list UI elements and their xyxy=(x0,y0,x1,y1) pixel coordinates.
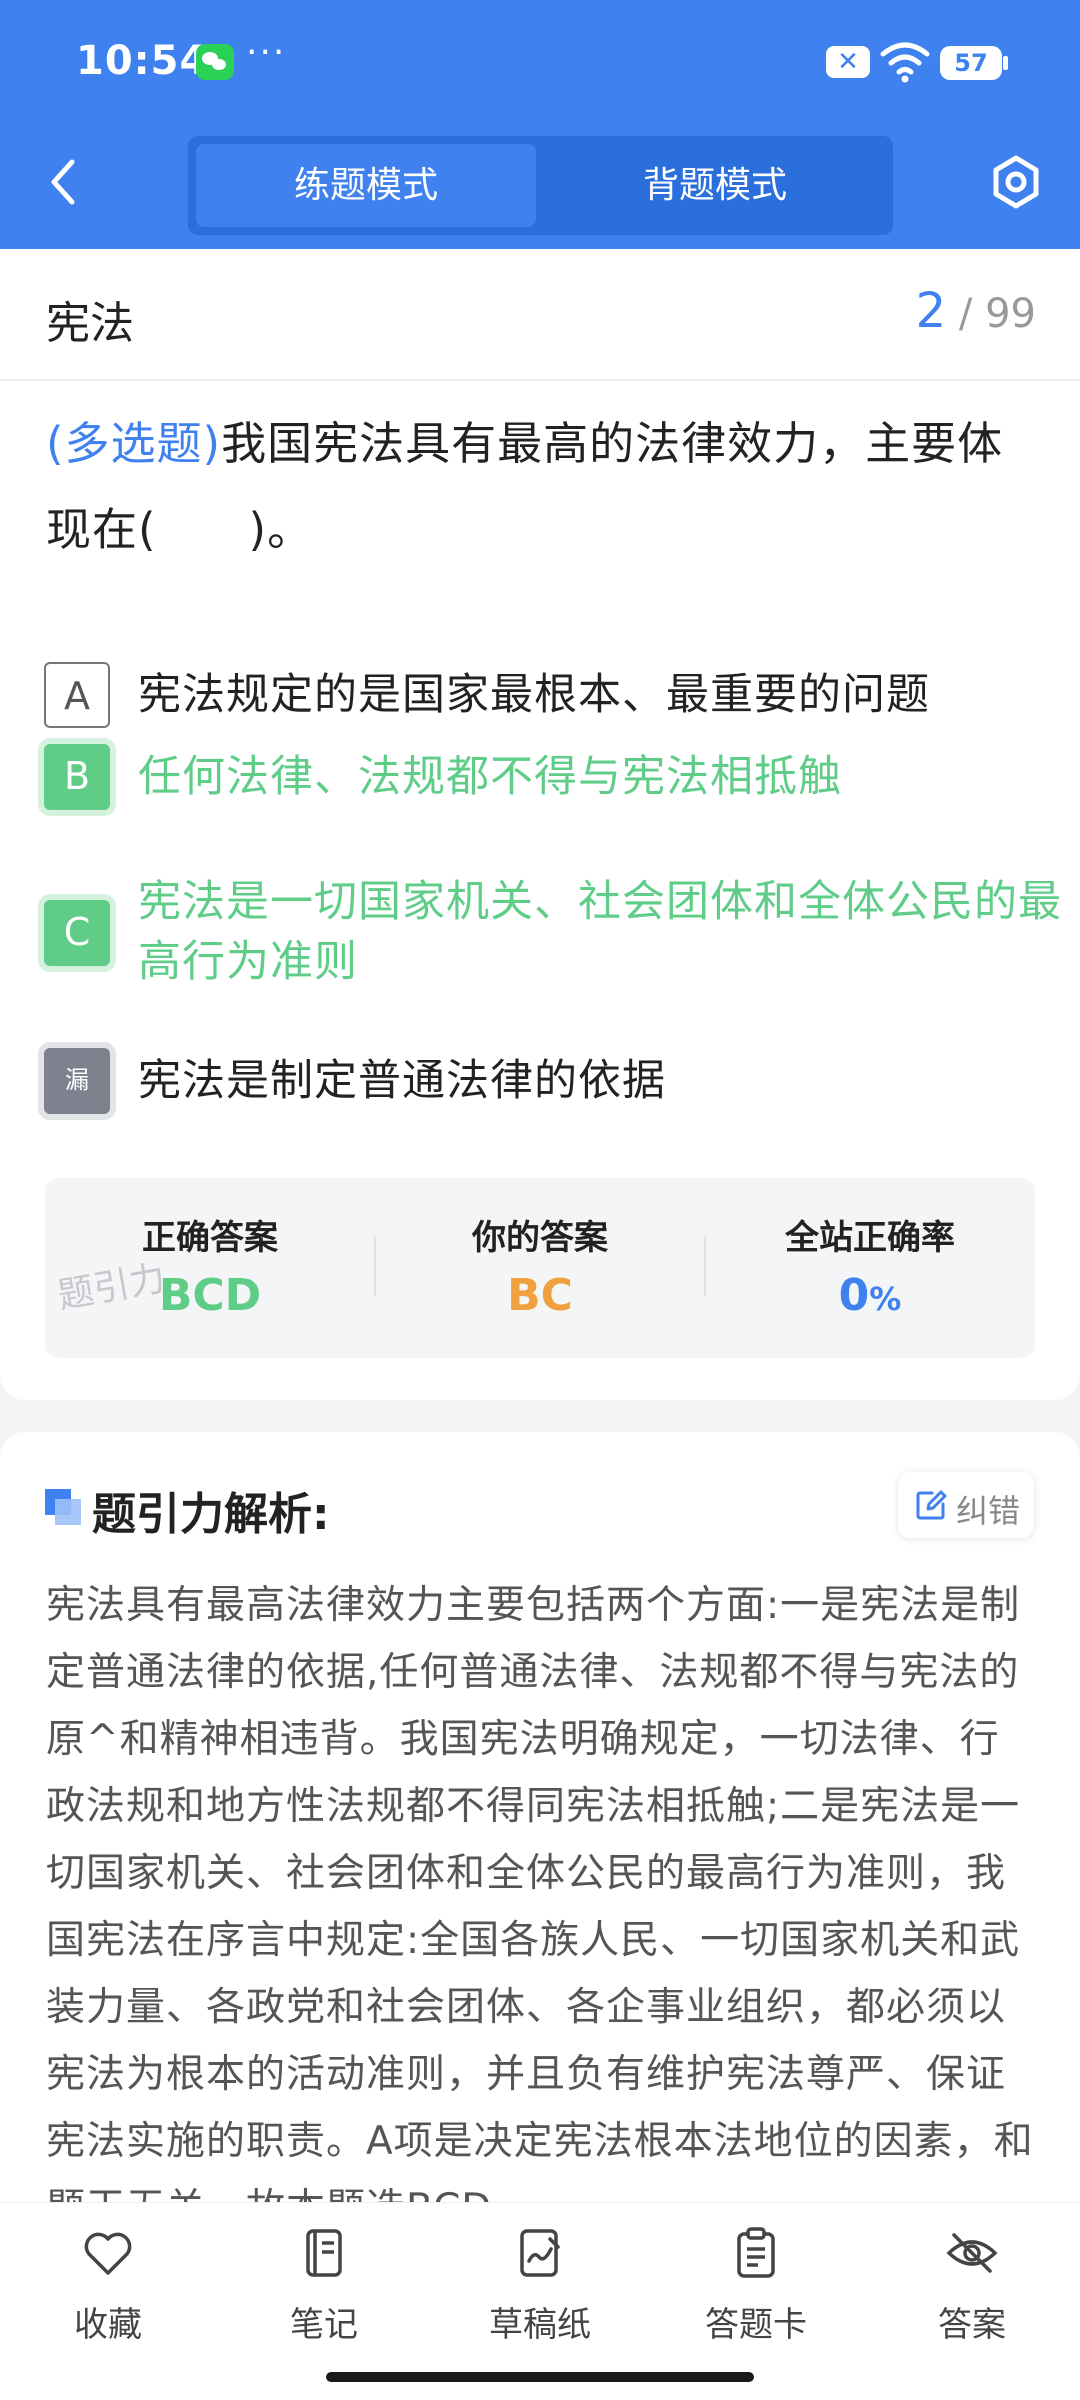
status-bar: 10:54 ··· ✕ 57 xyxy=(0,0,1080,125)
analysis-text: 宪法具有最高法律效力主要包括两个方面:一是宪法是制定普通法律的依据,任何普通法律… xyxy=(46,1583,1034,2202)
nav-favorite[interactable]: 收藏 xyxy=(18,2225,198,2345)
nav-favorite-label: 收藏 xyxy=(74,2305,142,2345)
answer-sheet-icon xyxy=(737,2227,775,2278)
nav-notes[interactable]: 笔记 xyxy=(234,2225,414,2345)
status-time: 10:54 xyxy=(76,38,209,84)
question-stem: (多选题)我国宪法具有最高的法律效力，主要体现在( )。 xyxy=(46,401,1046,573)
report-error-button[interactable]: 纠错 xyxy=(898,1472,1034,1538)
nav-notes-label: 笔记 xyxy=(290,2305,358,2345)
correct-answer-label: 正确答案 xyxy=(142,1218,278,1258)
total-questions: / 99 xyxy=(958,291,1036,337)
option-c-text: 宪法是一切国家机关、社会团体和全体公民的最高行为准则 xyxy=(138,877,1062,987)
bottom-nav: 收藏 笔记 草稿纸 答题卡 答案 xyxy=(0,2202,1080,2400)
your-answer-value: BC xyxy=(507,1270,573,1321)
accuracy-label: 全站正确率 xyxy=(785,1218,955,1258)
accuracy-column: 全站正确率 0% xyxy=(705,1178,1035,1358)
correct-answer-value: BCD xyxy=(158,1270,262,1321)
nav-answer-label: 答案 xyxy=(938,2305,1006,2345)
heart-icon xyxy=(84,2232,132,2275)
question-progress: 2 / 99 xyxy=(916,283,1036,339)
wifi-icon xyxy=(880,42,930,83)
back-chevron-icon[interactable] xyxy=(40,152,90,212)
option-c[interactable]: C 宪法是一切国家机关、社会团体和全体公民的最高行为准则 xyxy=(34,872,1061,1002)
wechat-icon xyxy=(196,44,234,80)
answer-summary: 题引力 正确答案 BCD 你的答案 BC 全站正确率 0% xyxy=(45,1178,1035,1358)
nav-draft-paper[interactable]: 草稿纸 xyxy=(450,2225,630,2345)
nav-answer-sheet-label: 答题卡 xyxy=(705,2305,807,2345)
edit-icon xyxy=(916,1490,947,1520)
option-b-badge: B xyxy=(44,744,110,810)
mode-switch: 练题模式 背题模式 xyxy=(188,136,893,235)
option-b[interactable]: B 任何法律、法规都不得与宪法相抵触 xyxy=(34,740,1044,820)
divider xyxy=(0,379,1080,381)
analysis-card: 题引力解析: 纠错 宪法具有最高法律效力主要包括两个方面:一是宪法是制定普通法律… xyxy=(0,1432,1080,2202)
nav-answer-sheet[interactable]: 答题卡 xyxy=(666,2225,846,2345)
tab-practice-mode[interactable]: 练题模式 xyxy=(196,144,536,227)
eye-off-icon xyxy=(946,2233,998,2273)
analysis-title: 题引力解析: xyxy=(92,1489,330,1540)
notebook-icon xyxy=(306,2229,342,2277)
draft-paper-icon xyxy=(520,2229,560,2277)
your-answer-label: 你的答案 xyxy=(472,1218,608,1258)
option-a-badge: A xyxy=(44,662,110,728)
accuracy-number: 0 xyxy=(838,1270,870,1321)
analysis-title-icon xyxy=(45,1489,81,1525)
battery-indicator: 57 xyxy=(940,46,1008,80)
header-bar: 10:54 ··· ✕ 57 练题模式 背题模式 xyxy=(0,0,1080,249)
nav-answer[interactable]: 答案 xyxy=(882,2225,1062,2345)
mute-icon: ✕ xyxy=(826,46,870,78)
home-indicator[interactable] xyxy=(326,2372,754,2382)
correct-answer-column: 正确答案 BCD xyxy=(45,1178,375,1358)
option-c-badge: C xyxy=(44,900,110,966)
report-error-label: 纠错 xyxy=(956,1492,1021,1530)
subject-title: 宪法 xyxy=(46,298,134,349)
tab-memorize-mode[interactable]: 背题模式 xyxy=(545,144,885,227)
question-type: (多选题) xyxy=(46,417,222,470)
option-d-text: 宪法是制定普通法律的依据 xyxy=(138,1056,666,1106)
option-a-text: 宪法规定的是国家最根本、最重要的问题 xyxy=(138,670,930,720)
settings-icon[interactable] xyxy=(988,152,1044,212)
your-answer-column: 你的答案 BC xyxy=(375,1178,705,1358)
option-b-text: 任何法律、法规都不得与宪法相抵触 xyxy=(138,752,842,802)
accuracy-value: 0% xyxy=(705,1270,1035,1321)
nav-draft-paper-label: 草稿纸 xyxy=(489,2305,591,2345)
current-question-number: 2 xyxy=(915,283,947,339)
more-notifications-icon: ··· xyxy=(246,32,287,73)
accuracy-unit: % xyxy=(869,1280,902,1318)
option-d-missed-badge: 漏 xyxy=(44,1048,110,1114)
option-d[interactable]: 漏 宪法是制定普通法律的依据 xyxy=(34,1048,1044,1122)
option-a[interactable]: A 宪法规定的是国家最根本、最重要的问题 xyxy=(34,658,1044,732)
